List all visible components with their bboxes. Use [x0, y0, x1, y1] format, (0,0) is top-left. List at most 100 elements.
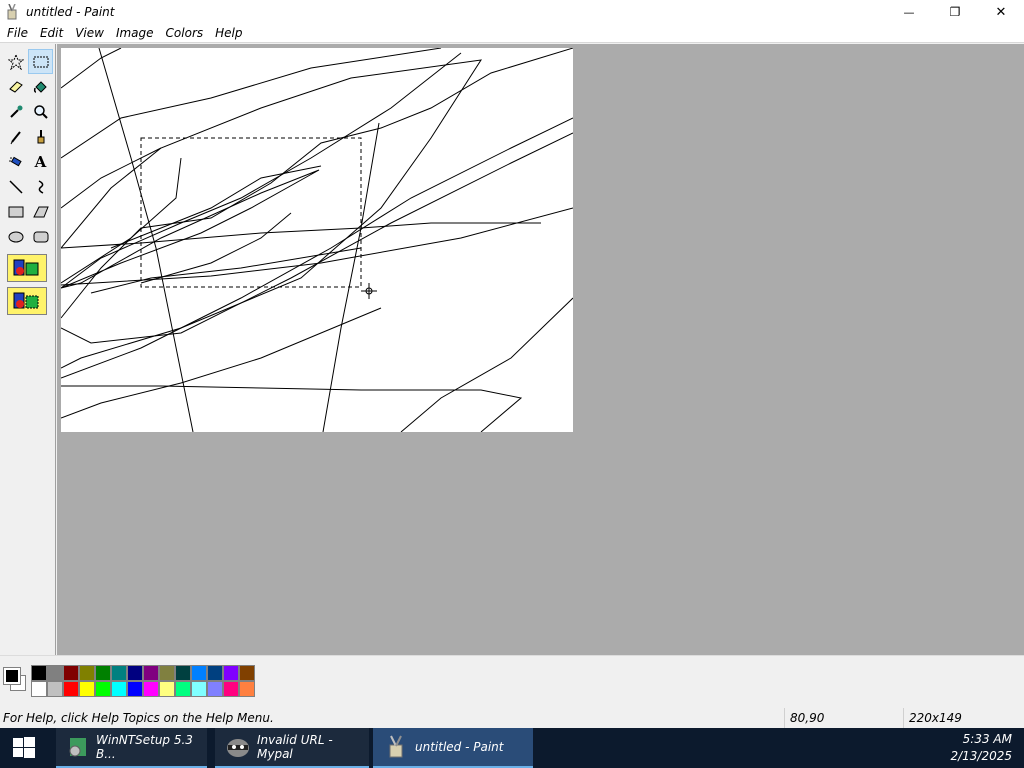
color-swatch[interactable]: [175, 681, 191, 697]
mypal-raccoon-icon: [225, 734, 251, 760]
magnifier-tool[interactable]: [28, 99, 53, 124]
eraser-tool[interactable]: [3, 74, 28, 99]
taskbar-item-label: Invalid URL - Mypal: [257, 733, 333, 761]
brush-icon: [37, 129, 44, 143]
color-swatch[interactable]: [111, 665, 127, 681]
color-swatch[interactable]: [127, 681, 143, 697]
workspace: [57, 44, 1024, 655]
close-icon: ✕: [995, 4, 1007, 20]
color-swatch[interactable]: [79, 681, 95, 697]
color-swatch[interactable]: [63, 665, 79, 681]
free-form-select-tool[interactable]: [3, 49, 28, 74]
color-swatch[interactable]: [31, 681, 47, 697]
color-swatch[interactable]: [47, 665, 63, 681]
color-swatch[interactable]: [79, 665, 95, 681]
title-bar[interactable]: untitled - Paint — ❐ ✕: [0, 0, 1024, 24]
color-swatch[interactable]: [95, 681, 111, 697]
eyedropper-icon: [9, 105, 22, 118]
color-swatch[interactable]: [191, 665, 207, 681]
pencil-tool[interactable]: [3, 124, 28, 149]
toolbox: A: [0, 44, 56, 655]
color-swatch[interactable]: [95, 665, 111, 681]
text-icon: A: [34, 152, 47, 171]
menu-edit[interactable]: Edit: [35, 26, 68, 40]
color-swatch[interactable]: [47, 681, 63, 697]
start-button[interactable]: [0, 728, 48, 768]
taskbar-item-label: WinNTSetup 5.3 B...: [96, 733, 193, 761]
close-button[interactable]: ✕: [978, 0, 1024, 24]
menu-image[interactable]: Image: [111, 26, 159, 40]
menu-help[interactable]: Help: [210, 26, 247, 40]
color-swatch[interactable]: [159, 681, 175, 697]
color-swatch[interactable]: [143, 681, 159, 697]
curve-tool[interactable]: [28, 174, 53, 199]
ellipse-icon: [8, 231, 23, 242]
text-tool[interactable]: A: [28, 149, 53, 174]
ellipse-tool[interactable]: [3, 224, 28, 249]
magnifier-icon: [33, 104, 48, 119]
shapes-opaque-icon: [13, 259, 39, 276]
minimize-button[interactable]: —: [886, 0, 932, 24]
color-swatch[interactable]: [191, 681, 207, 697]
taskbar-item-paint[interactable]: untitled - Paint: [373, 728, 533, 768]
status-bar: For Help, click Help Topics on the Help …: [0, 708, 1024, 728]
taskbar-item-mypal[interactable]: Invalid URL - Mypal: [215, 728, 369, 768]
rectangle-icon: [8, 206, 23, 217]
menu-file[interactable]: File: [2, 26, 33, 40]
line-icon: [8, 179, 23, 194]
paint-icon: [4, 4, 20, 20]
pencil-icon: [10, 130, 21, 144]
menu-colors[interactable]: Colors: [161, 26, 209, 40]
rectangle-tool[interactable]: [3, 199, 28, 224]
menu-bar: File Edit View Image Colors Help: [0, 24, 1024, 43]
opaque-selection-option[interactable]: [7, 254, 47, 282]
fill-tool[interactable]: [28, 74, 53, 99]
rect-select-tool[interactable]: [28, 49, 53, 74]
taskbar: WinNTSetup 5.3 B... Invalid URL - Mypal …: [0, 728, 1024, 768]
foreground-color: [3, 667, 21, 685]
status-help-text: For Help, click Help Topics on the Help …: [3, 711, 274, 725]
color-swatch[interactable]: [223, 681, 239, 697]
dashed-rect-icon: [33, 56, 48, 67]
color-palette: [0, 655, 1024, 703]
windows-logo-icon: [13, 737, 35, 758]
menu-view[interactable]: View: [70, 26, 109, 40]
swatch-grid: [31, 665, 255, 697]
color-swatch[interactable]: [111, 681, 127, 697]
polygon-tool[interactable]: [28, 199, 53, 224]
airbrush-icon: [8, 156, 22, 166]
maximize-button[interactable]: ❐: [932, 0, 978, 24]
pick-color-tool[interactable]: [3, 99, 28, 124]
color-swatch[interactable]: [207, 665, 223, 681]
color-swatch[interactable]: [31, 665, 47, 681]
shapes-transparent-icon: [13, 292, 39, 309]
color-swatch[interactable]: [175, 665, 191, 681]
clock-date: 2/13/2025: [950, 749, 1012, 763]
drawing-canvas[interactable]: [60, 47, 574, 433]
airbrush-tool[interactable]: [3, 149, 28, 174]
brush-tool[interactable]: [28, 124, 53, 149]
line-tool[interactable]: [3, 174, 28, 199]
color-swatch[interactable]: [63, 681, 79, 697]
color-swatch[interactable]: [223, 665, 239, 681]
color-swatch[interactable]: [239, 665, 255, 681]
taskbar-item-label: untitled - Paint: [415, 740, 504, 754]
color-swatch[interactable]: [159, 665, 175, 681]
color-swatch[interactable]: [239, 681, 255, 697]
rounded-rect-tool[interactable]: [28, 224, 53, 249]
transparent-selection-option[interactable]: [7, 287, 47, 315]
curve-icon: [38, 179, 43, 194]
rounded-rect-icon: [33, 231, 48, 242]
color-swatch[interactable]: [127, 665, 143, 681]
color-swatch[interactable]: [143, 665, 159, 681]
window-title: untitled - Paint: [26, 5, 115, 19]
color-swatch[interactable]: [207, 681, 223, 697]
clock-time: 5:33 AM: [962, 732, 1012, 746]
restore-icon: ❐: [949, 5, 961, 19]
system-clock[interactable]: 5:33 AM 2/13/2025: [950, 731, 1012, 765]
paint-bucket-icon: [33, 80, 47, 93]
minimize-icon: —: [903, 5, 915, 19]
current-colors-indicator[interactable]: [2, 665, 28, 695]
taskbar-item-winntsetup[interactable]: WinNTSetup 5.3 B...: [56, 728, 207, 768]
status-cursor-position: 80,90: [784, 708, 902, 728]
